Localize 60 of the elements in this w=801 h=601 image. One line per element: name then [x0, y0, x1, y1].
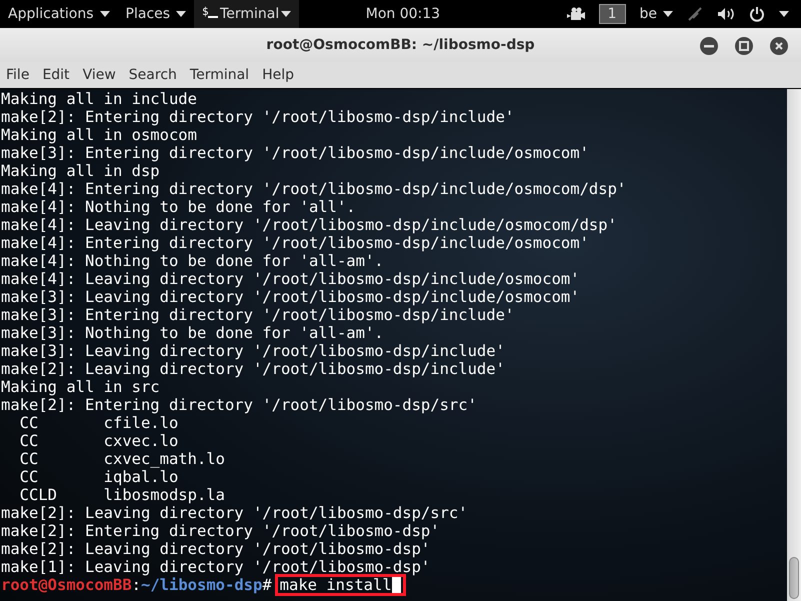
applications-menu[interactable]: Applications: [0, 0, 118, 28]
keyboard-layout-menu[interactable]: be: [640, 0, 673, 28]
close-button[interactable]: [769, 36, 789, 56]
terminal-output-line: make[4]: Leaving directory '/root/libosmo-dsp/include/osmocom/dsp': [1, 216, 618, 234]
terminal-output-line: make[3]: Nothing to be done for 'all-am'.: [1, 324, 385, 342]
video-camera-icon[interactable]: [566, 7, 585, 21]
terminal-app-menu[interactable]: $ Terminal: [194, 0, 300, 28]
terminal-output-line: make[4]: Entering directory '/root/libosmo-dsp/include/osmocom': [1, 234, 590, 252]
terminal-output-line: make[3]: Entering directory '/root/libosmo-dsp/include/osmocom': [1, 144, 590, 162]
terminal-output-line: make[2]: Leaving directory '/root/libosmo-dsp/src': [1, 504, 469, 522]
menu-item[interactable]: File: [6, 67, 30, 83]
caret-icon: [663, 11, 673, 17]
menu-item[interactable]: Help: [262, 67, 294, 83]
terminal-output-line: make[2]: Entering directory '/root/libosmo-dsp/include': [1, 108, 516, 126]
terminal-output-line: make[3]: Leaving directory '/root/libosmo-dsp/include': [1, 342, 506, 360]
terminal-output-line: make[4]: Nothing to be done for 'all-am'.: [1, 252, 385, 270]
menu-item[interactable]: Search: [128, 67, 177, 83]
terminal-output-line: make[4]: Entering directory '/root/libosmo-dsp/include/osmocom/dsp': [1, 180, 628, 198]
workspace-indicator[interactable]: 1: [598, 4, 626, 24]
maximize-button[interactable]: [734, 36, 754, 56]
terminal-output-line: make[2]: Leaving directory '/root/libosmo-dsp/include': [1, 360, 506, 378]
terminal-output-line: make[3]: Leaving directory '/root/libosmo-dsp/include/osmocom': [1, 288, 581, 306]
terminal-output-line: make[4]: Nothing to be done for 'all'.: [1, 198, 357, 216]
scrollbar-thumb[interactable]: [789, 557, 799, 599]
terminal-output-line: CC cfile.lo: [18, 414, 180, 432]
terminal-output-line: Making all in osmocom: [1, 126, 198, 144]
scrollbar[interactable]: [787, 89, 801, 601]
menu-item[interactable]: Edit: [42, 67, 70, 83]
terminal-output-line: make[2]: Entering directory '/root/libosmo-dsp/src': [1, 396, 478, 414]
terminal-output-line: make[1]: Leaving directory '/root/libosmo-dsp': [1, 558, 432, 576]
terminal-output-line: CCLD libosmodsp.la: [18, 486, 226, 504]
minimize-button[interactable]: [699, 36, 719, 56]
terminal-output-line: Making all in dsp: [1, 162, 161, 180]
window-title: root@OsmocomBB: ~/libosmo-dsp: [266, 37, 535, 53]
prompt-separator: :: [132, 576, 141, 594]
caret-icon: [100, 11, 110, 17]
places-menu[interactable]: Places: [118, 0, 194, 28]
terminal-output-line: make[2]: Entering directory '/root/libosmo-dsp': [1, 522, 441, 540]
terminal-output-line: CC cxvec.lo: [18, 432, 180, 450]
menu-item[interactable]: Terminal: [190, 67, 250, 83]
network-icon[interactable]: [687, 6, 703, 22]
terminal-output-line: make[4]: Leaving directory '/root/libosmo-dsp/include/osmocom': [1, 270, 581, 288]
terminal-output-line: make[3]: Entering directory '/root/libosmo-dsp/include': [1, 306, 516, 324]
text-cursor: [392, 577, 401, 593]
terminal-output-line: make[2]: Leaving directory '/root/libosmo-dsp': [1, 540, 432, 558]
terminal-output-line: CC iqbal.lo: [18, 468, 180, 486]
prompt-user-host: root@OsmocomBB: [1, 576, 132, 594]
prompt-symbol: #: [262, 576, 272, 594]
clock[interactable]: Mon 00:13: [366, 6, 440, 22]
prompt-path: ~/libosmo-dsp: [141, 576, 262, 594]
caret-icon: [176, 11, 186, 17]
terminal-output-line: Making all in src: [1, 378, 161, 396]
terminal-output-line: Making all in include: [1, 90, 198, 108]
command-text: make install: [280, 576, 392, 594]
terminal-output-line: CC cxvec_math.lo: [18, 450, 226, 468]
volume-icon[interactable]: [717, 7, 735, 21]
caret-icon: [779, 11, 789, 17]
caret-icon: [281, 11, 292, 17]
power-icon[interactable]: [749, 6, 765, 22]
menu-item[interactable]: View: [82, 67, 116, 83]
